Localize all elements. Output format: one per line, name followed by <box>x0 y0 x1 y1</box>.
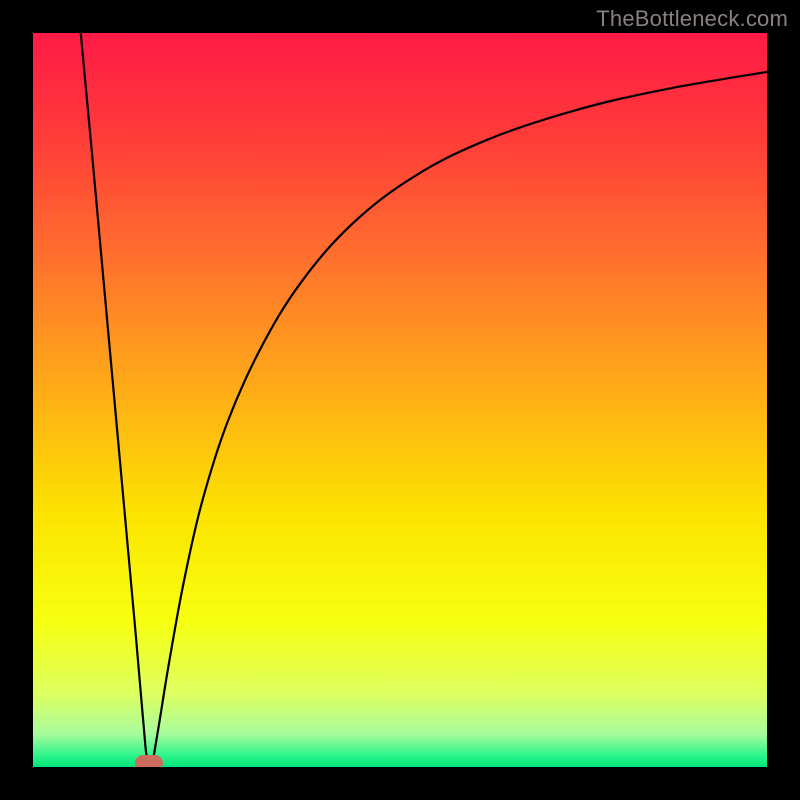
curve-right-branch <box>152 72 767 767</box>
bottleneck-curve <box>33 33 767 767</box>
curve-left-branch <box>81 33 149 767</box>
chart-frame: TheBottleneck.com <box>0 0 800 800</box>
watermark-text: TheBottleneck.com <box>596 6 788 32</box>
minimum-marker-icon <box>135 755 163 767</box>
plot-area <box>33 33 767 767</box>
